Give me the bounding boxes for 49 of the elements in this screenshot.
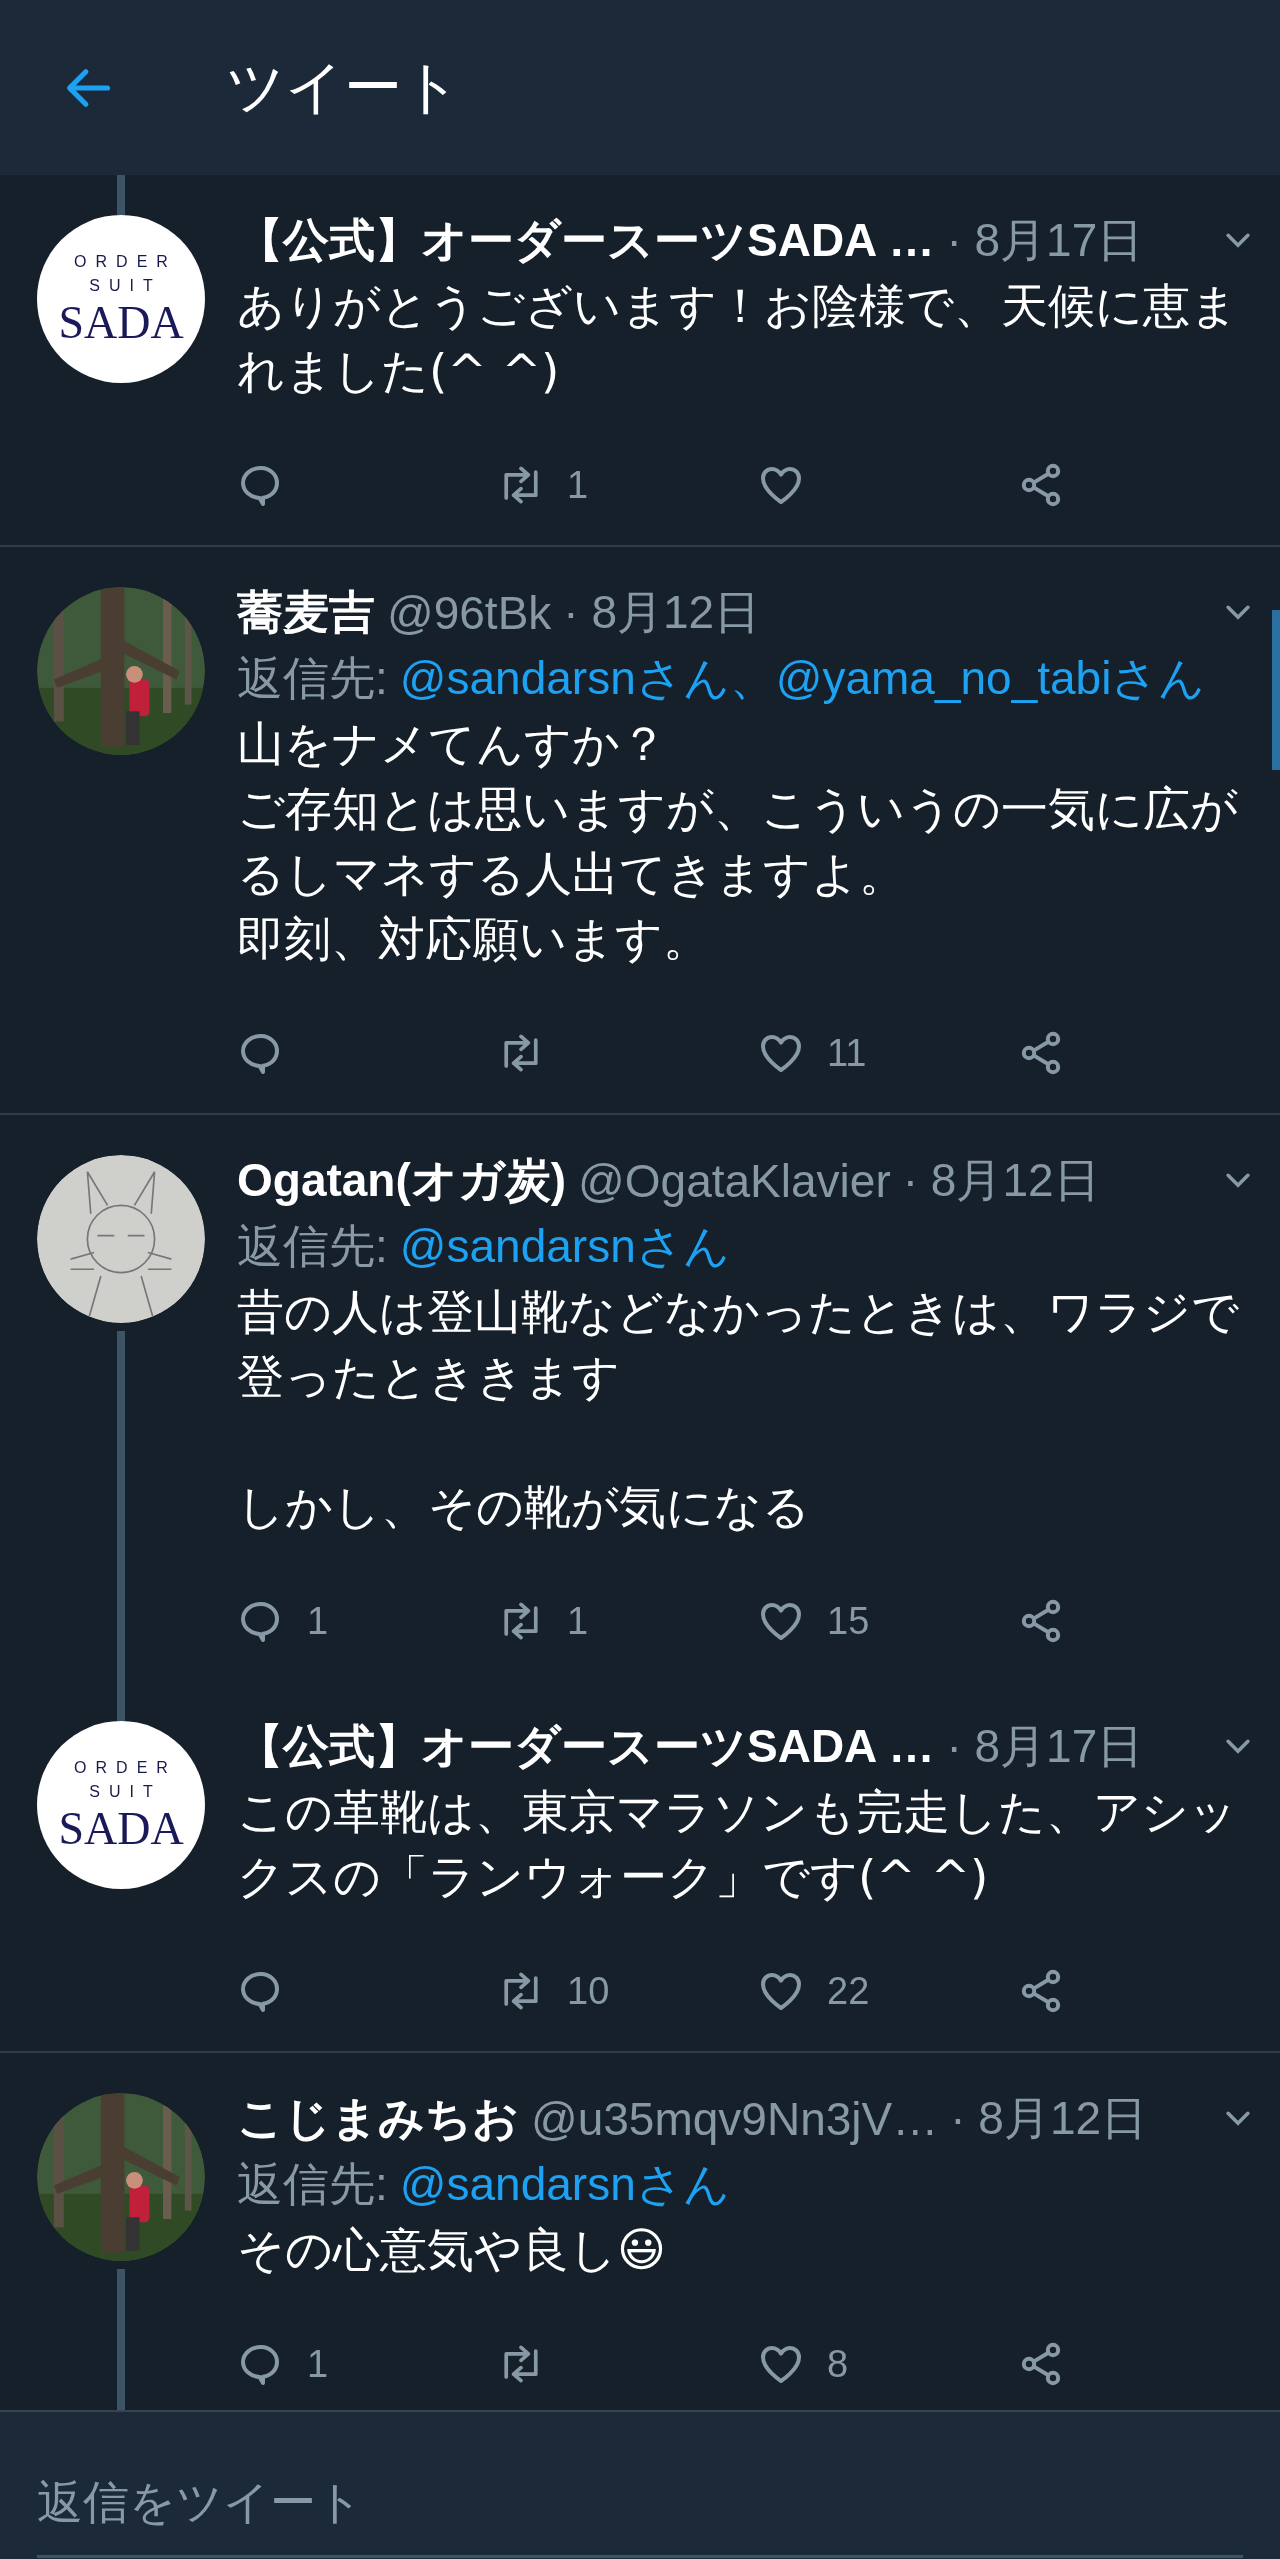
reply-to-label: 返信先:: [237, 651, 388, 706]
scrollbar-thumb[interactable]: [1272, 610, 1280, 770]
reply-bar[interactable]: 返信をツイート: [0, 2410, 1280, 2559]
reply-to-label: 返信先:: [237, 2157, 388, 2212]
logo-text: SADA: [58, 298, 184, 348]
action-count: 8: [827, 2342, 849, 2386]
action-count: 15: [827, 1599, 870, 1643]
tweet-text: しかし、その靴が気になる: [237, 1478, 810, 1536]
action-count: 1: [307, 1599, 329, 1643]
tweet-date: · 8月17日: [946, 213, 1144, 268]
page-title: ツイート: [226, 52, 461, 121]
logo-text: ORDER: [73, 1758, 177, 1778]
action-count: 11: [827, 1031, 867, 1075]
tweet-text: 山をナメてんすか？: [237, 715, 667, 773]
tweet-text: 昔の人は登山靴などなかったときは、ワラジで登ったとききます: [237, 1283, 1240, 1406]
mention-link[interactable]: @sandarsnさん: [399, 1213, 730, 1279]
tweet-date: · 8月12日: [563, 585, 761, 640]
user-name[interactable]: 【公式】オーダースーツSADA …: [237, 210, 935, 272]
action-count: 1: [567, 463, 589, 507]
action-count: 1: [567, 1599, 589, 1643]
user-name[interactable]: 蕎麦吉: [237, 582, 375, 644]
user-handle: @u35mqv9Nn3jV…: [531, 2092, 939, 2146]
logo-avatar[interactable]: ORDER SUIT SADA: [37, 215, 205, 383]
user-name[interactable]: Ogatan(オガ炭): [237, 1150, 567, 1212]
logo-text: SUIT: [88, 1782, 162, 1802]
tweet-text: その心意気や良し😃: [237, 2221, 666, 2279]
mention-link[interactable]: @sandarsnさん、: [399, 645, 776, 711]
logo-text: SADA: [58, 1804, 184, 1854]
logo-text: ORDER: [73, 252, 177, 272]
tweet-text: ご存知とは思いますが、こういうの一気に広がるしマネする人出てきますよ。: [237, 780, 1239, 903]
user-name[interactable]: こじまみちお: [237, 2088, 519, 2150]
reply-field[interactable]: 返信をツイート: [37, 2457, 1243, 2558]
action-count: 1: [307, 2342, 329, 2386]
tweet-text: 即刻、対応願います。: [237, 910, 710, 968]
action-count: 10: [567, 1969, 610, 2013]
user-handle: @OgataKlavier: [578, 1154, 891, 1208]
tweet-text: この革靴は、東京マラソンも完走した、アシックスの「ランウォーク」です(^ ^): [237, 1783, 1238, 1906]
logo-avatar[interactable]: ORDER SUIT SADA: [37, 1721, 205, 1889]
mention-link[interactable]: @sandarsnさん: [399, 2151, 730, 2217]
logo-text: SUIT: [88, 276, 162, 296]
tweet-date: · 8月17日: [946, 1719, 1144, 1774]
mention-link[interactable]: @yama_no_tabiさん: [775, 645, 1206, 711]
user-name[interactable]: 【公式】オーダースーツSADA …: [237, 1716, 935, 1778]
action-count: 22: [827, 1969, 870, 2013]
tweet-text: ありがとうございます！お陰様で、天候に恵まれました(^ ^): [237, 277, 1239, 400]
reply-to-label: 返信先:: [237, 1219, 388, 1274]
tweet-date: · 8月12日: [902, 1153, 1100, 1208]
tweet-date: · 8月12日: [950, 2091, 1148, 2146]
user-handle: @96tBk: [387, 586, 552, 640]
